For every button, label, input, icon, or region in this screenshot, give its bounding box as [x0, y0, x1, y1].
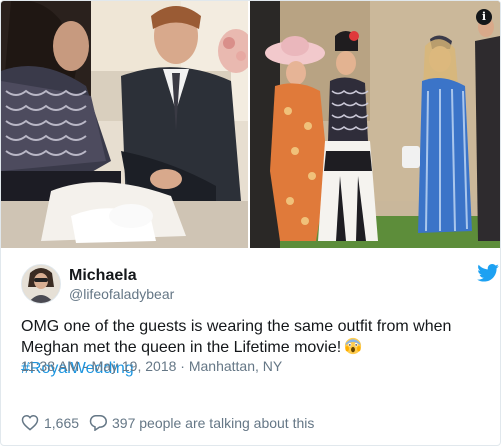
twitter-bird-icon[interactable]: [477, 264, 499, 282]
tweet-timestamp[interactable]: 11:38 AM - May 19, 2018 · Manhattan, NY: [21, 358, 282, 374]
tweet-text-line: Meghan met the queen in the Lifetime mov…: [21, 337, 481, 358]
heart-icon: [21, 414, 39, 431]
author-handle[interactable]: @lifeofaladybear: [69, 286, 174, 302]
face-screaming-emoji: [345, 337, 362, 355]
photo-wedding-guests[interactable]: [250, 1, 500, 248]
tweet-author: Michaela @lifeofaladybear: [21, 264, 499, 304]
tweet-text-fragment: Meghan met the queen in the Lifetime mov…: [21, 339, 342, 356]
speech-bubble-icon: [89, 415, 107, 431]
avatar[interactable]: [21, 264, 61, 304]
photo-couple-seated[interactable]: [1, 1, 248, 248]
embedded-tweet-card[interactable]: i Michaela @lifeofaladybear OMG one of t…: [0, 0, 501, 446]
reply-button[interactable]: 397 people are talking about this: [89, 413, 349, 433]
tweet-media[interactable]: i: [1, 1, 500, 248]
tweet-text-line: OMG one of the guests is wearing the sam…: [21, 318, 452, 335]
like-button[interactable]: 1,665: [21, 413, 81, 433]
talking-count: 397 people are talking about this: [112, 415, 315, 431]
info-icon[interactable]: i: [476, 9, 492, 25]
like-count: 1,665: [44, 415, 80, 431]
author-name[interactable]: Michaela: [69, 267, 137, 285]
